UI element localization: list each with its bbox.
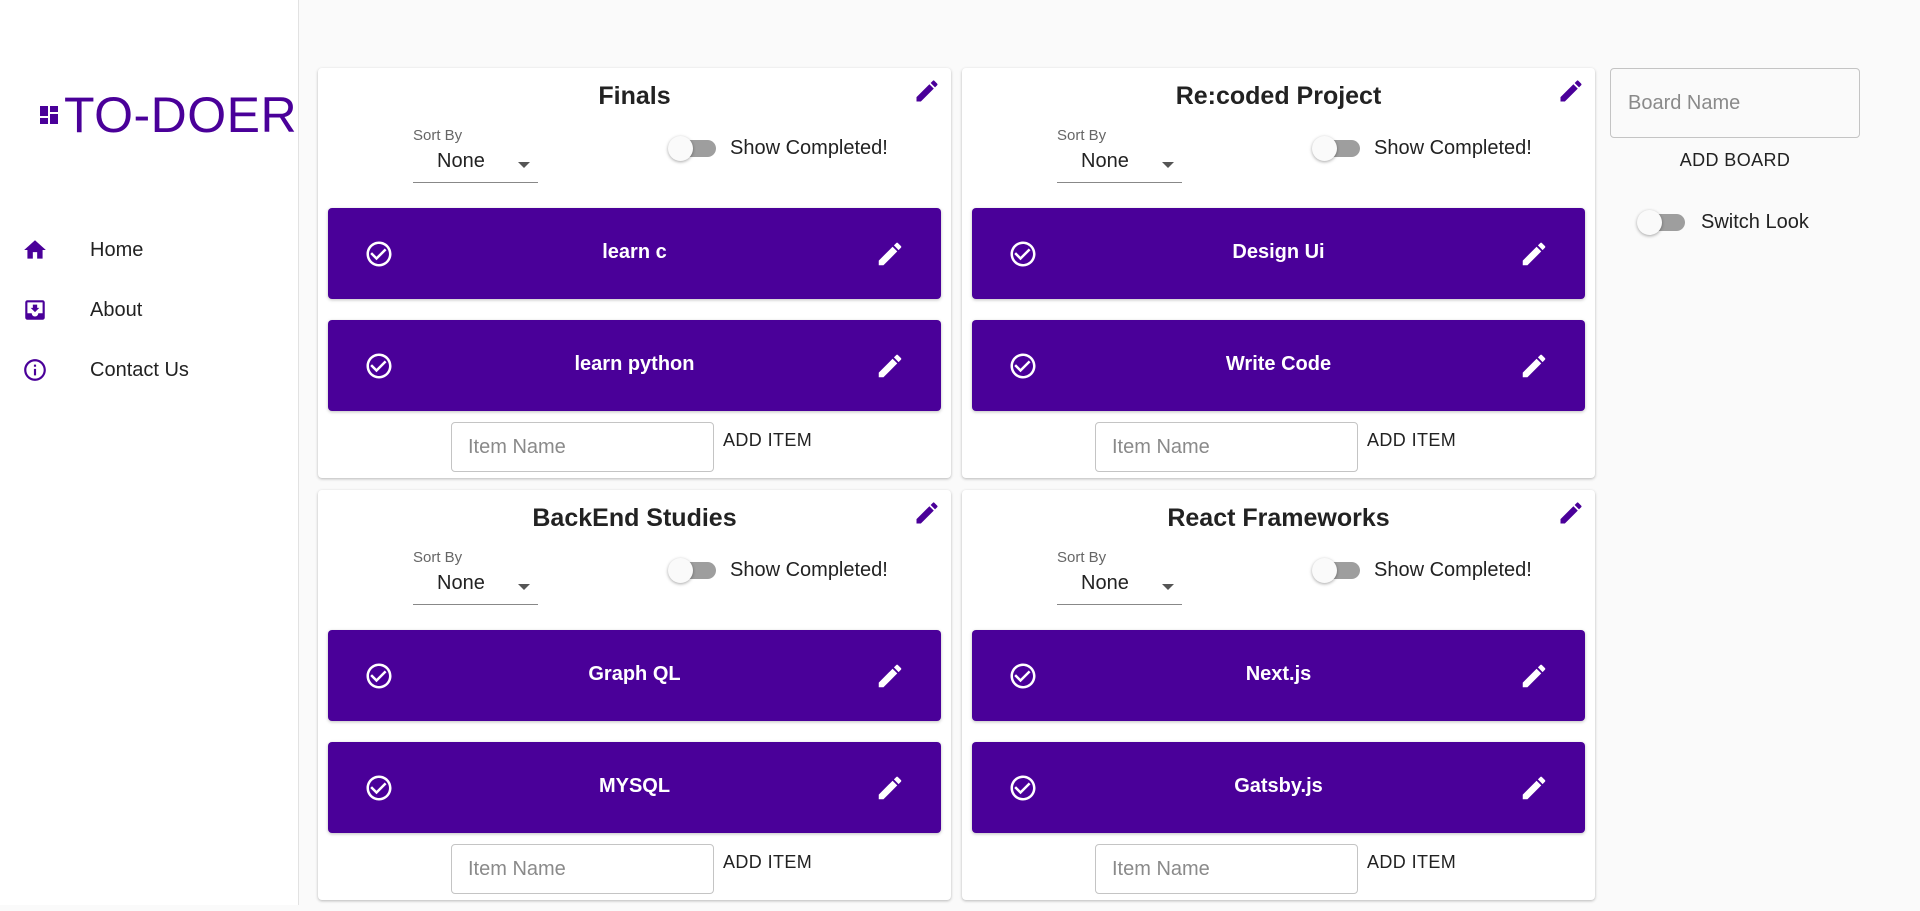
add-item-button[interactable]: ADD ITEM xyxy=(1367,842,1456,882)
edit-icon[interactable] xyxy=(875,661,905,691)
board-card: Re:coded Project Sort By None Show Compl… xyxy=(962,68,1595,478)
edit-icon[interactable] xyxy=(875,239,905,269)
board-name-input[interactable] xyxy=(1610,68,1860,138)
toggle-track xyxy=(1637,210,1685,235)
switch-look-toggle[interactable]: Switch Look xyxy=(1637,210,1809,235)
add-item-button[interactable]: ADD ITEM xyxy=(723,420,812,460)
toggle-label: Show Completed! xyxy=(730,137,888,159)
toggle-track xyxy=(1312,558,1360,583)
toggle-label: Show Completed! xyxy=(730,559,888,581)
caret-down-icon xyxy=(518,584,530,590)
todo-item[interactable]: Write Code xyxy=(972,320,1585,411)
toggle-label: Show Completed! xyxy=(1374,559,1532,581)
move-to-inbox-icon xyxy=(22,297,48,323)
sort-by-label: Sort By xyxy=(1057,127,1107,144)
todo-item[interactable]: learn python xyxy=(328,320,941,411)
sort-by-label: Sort By xyxy=(413,127,463,144)
board-title: React Frameworks xyxy=(1167,504,1390,532)
toggle-thumb xyxy=(1637,210,1662,235)
todo-item[interactable]: learn c xyxy=(328,208,941,299)
sort-by-value: None xyxy=(1081,572,1129,594)
todo-item[interactable]: Design Ui xyxy=(972,208,1585,299)
sidebar-item-contact-us[interactable]: Contact Us xyxy=(0,340,299,400)
sort-by-select[interactable]: None xyxy=(413,148,538,183)
edit-icon[interactable] xyxy=(1519,773,1549,803)
sort-by-select[interactable]: None xyxy=(413,570,538,605)
sidebar: TO-DOER Home About Contact Us xyxy=(0,0,299,905)
app-title: TO-DOER xyxy=(64,87,298,143)
todo-item[interactable]: Graph QL xyxy=(328,630,941,721)
edit-icon[interactable] xyxy=(1519,239,1549,269)
dashboard-icon xyxy=(40,106,58,124)
todo-item-name: learn c xyxy=(602,241,667,263)
sidebar-item-home[interactable]: Home xyxy=(0,220,299,280)
todo-item-name: learn python xyxy=(574,353,695,375)
add-item-button[interactable]: ADD ITEM xyxy=(723,842,812,882)
board-title: Finals xyxy=(598,82,671,110)
todo-item-name: Next.js xyxy=(1245,663,1312,685)
toggle-label: Show Completed! xyxy=(1374,137,1532,159)
caret-down-icon xyxy=(1162,162,1174,168)
app-logo[interactable]: TO-DOER xyxy=(37,84,297,146)
toggle-track xyxy=(668,558,716,583)
edit-icon[interactable] xyxy=(913,77,941,105)
todo-item-name: Gatsby.js xyxy=(1234,775,1323,797)
edit-icon[interactable] xyxy=(1519,661,1549,691)
toggle-thumb xyxy=(668,136,693,161)
edit-icon[interactable] xyxy=(875,773,905,803)
board-card: BackEnd Studies Sort By None Show Comple… xyxy=(318,490,951,900)
show-completed-toggle[interactable]: Show Completed! xyxy=(668,136,888,161)
show-completed-toggle[interactable]: Show Completed! xyxy=(1312,136,1532,161)
edit-icon[interactable] xyxy=(913,499,941,527)
sort-by-value: None xyxy=(437,572,485,594)
add-board-button[interactable]: ADD BOARD xyxy=(1610,145,1860,175)
toggle-track xyxy=(1312,136,1360,161)
sort-by-select[interactable]: None xyxy=(1057,570,1182,605)
todo-item-name: Write Code xyxy=(1225,353,1332,375)
toggle-label: Switch Look xyxy=(1701,211,1809,233)
caret-down-icon xyxy=(1162,584,1174,590)
todo-item-name: Graph QL xyxy=(588,663,681,685)
toggle-thumb xyxy=(1312,136,1337,161)
caret-down-icon xyxy=(518,162,530,168)
show-completed-toggle[interactable]: Show Completed! xyxy=(668,558,888,583)
item-name-input[interactable] xyxy=(1095,844,1358,894)
board-title: BackEnd Studies xyxy=(532,504,737,532)
edit-icon[interactable] xyxy=(1557,499,1585,527)
sort-by-value: None xyxy=(1081,150,1129,172)
edit-icon[interactable] xyxy=(875,351,905,381)
item-name-input[interactable] xyxy=(451,844,714,894)
todo-item[interactable]: Gatsby.js xyxy=(972,742,1585,833)
sort-by-select[interactable]: None xyxy=(1057,148,1182,183)
toggle-thumb xyxy=(668,558,693,583)
item-name-input[interactable] xyxy=(1095,422,1358,472)
sort-by-value: None xyxy=(437,150,485,172)
todo-item-name: MYSQL xyxy=(598,775,671,797)
toggle-thumb xyxy=(1312,558,1337,583)
todo-item-name: Design Ui xyxy=(1232,241,1325,263)
sort-by-label: Sort By xyxy=(413,549,463,566)
board-card: React Frameworks Sort By None Show Compl… xyxy=(962,490,1595,900)
toggle-track xyxy=(668,136,716,161)
info-icon xyxy=(22,357,48,383)
item-name-input[interactable] xyxy=(451,422,714,472)
sidebar-item-about[interactable]: About xyxy=(0,280,299,340)
todo-item[interactable]: MYSQL xyxy=(328,742,941,833)
todo-item[interactable]: Next.js xyxy=(972,630,1585,721)
home-icon xyxy=(22,237,48,263)
board-title: Re:coded Project xyxy=(1175,82,1382,110)
sidebar-item-label: About xyxy=(90,298,143,321)
add-item-button[interactable]: ADD ITEM xyxy=(1367,420,1456,460)
sidebar-item-label: Contact Us xyxy=(90,358,189,381)
show-completed-toggle[interactable]: Show Completed! xyxy=(1312,558,1532,583)
sidebar-nav: Home About Contact Us xyxy=(0,220,299,400)
sidebar-item-label: Home xyxy=(90,238,144,261)
sort-by-label: Sort By xyxy=(1057,549,1107,566)
edit-icon[interactable] xyxy=(1519,351,1549,381)
edit-icon[interactable] xyxy=(1557,77,1585,105)
board-card: Finals Sort By None Show Completed! lear… xyxy=(318,68,951,478)
